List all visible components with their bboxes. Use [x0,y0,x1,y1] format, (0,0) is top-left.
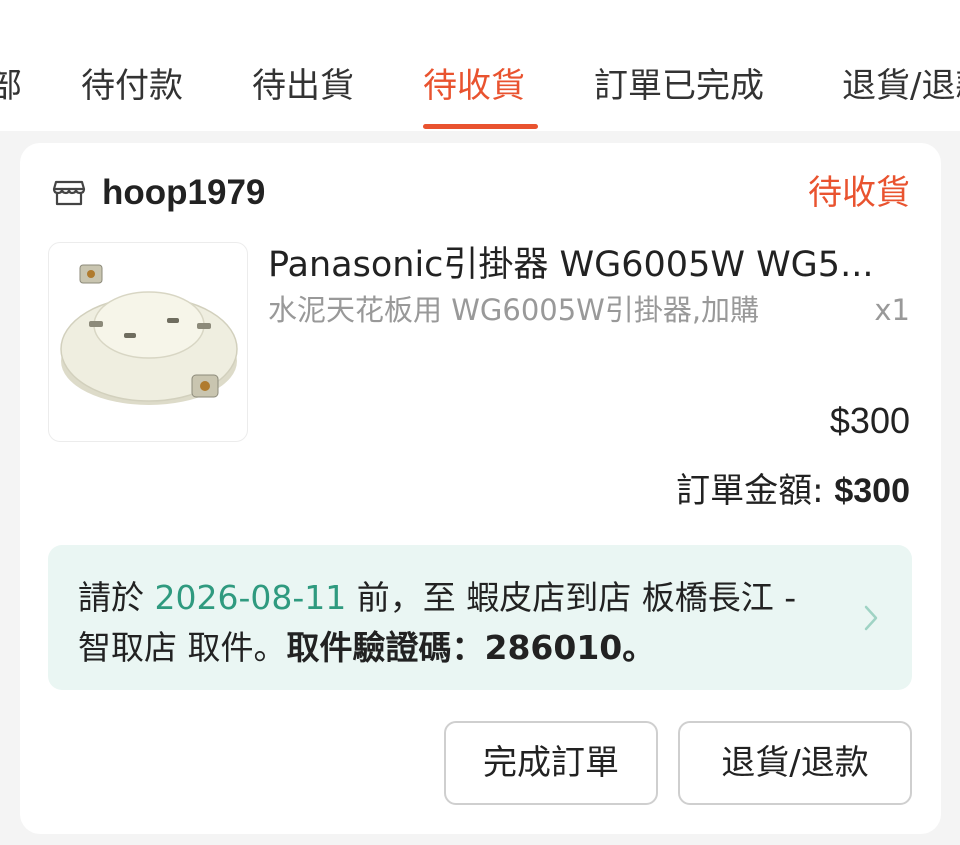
chevron-right-icon[interactable] [862,603,880,633]
product-quantity: x1 [874,293,910,327]
product-name[interactable]: Panasonic引掛器 WG6005W WG5... [268,240,908,290]
pickup-notice[interactable]: 請於 2026-08-11 前，至 蝦皮店到店 板橋長江 - 智取店 取件。取件… [48,545,912,690]
product-variant: 水泥天花板用 WG6005W引掛器,加購 [268,293,760,327]
order-status-label: 待收貨 [808,173,910,213]
tab-to-pay[interactable]: 待付款 [81,58,183,131]
tab-all[interactable]: 全部 [0,58,22,131]
tab-to-ship[interactable]: 待出貨 [252,58,354,131]
order-status-tabs: 全部 待付款 待出貨 待收貨 訂單已完成 退貨/退款 [0,58,960,131]
tab-to-receive[interactable]: 待收貨 [423,58,525,131]
product-image[interactable] [48,242,248,442]
return-refund-button[interactable]: 退貨/退款 [678,721,912,805]
tab-completed[interactable]: 訂單已完成 [594,58,764,131]
complete-order-button[interactable]: 完成訂單 [444,721,658,805]
order-total: 訂單金額: $300 [676,468,910,514]
order-total-amount: $300 [834,472,910,510]
shop-header[interactable]: hoop1979 [52,168,265,218]
order-total-label: 訂單金額: [676,471,835,511]
pickup-verification-code: 取件驗證碼：286010。 [286,628,656,667]
pickup-deadline-date: 2026-08-11 [154,578,347,617]
shop-name[interactable]: hoop1979 [102,173,265,213]
active-tab-indicator [423,124,538,129]
store-icon [52,179,86,207]
pickup-text: 請於 2026-08-11 前，至 蝦皮店到店 板橋長江 - 智取店 取件。取件… [78,573,838,673]
pickup-prefix: 請於 [78,578,155,617]
product-price: $300 [829,400,910,441]
tab-return-refund[interactable]: 退貨/退款 [842,58,960,131]
